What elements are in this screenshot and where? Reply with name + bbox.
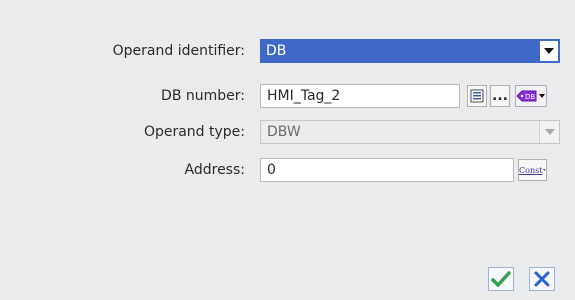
tag-db-dropdown[interactable]: DB	[515, 85, 547, 107]
chevron-down-icon	[539, 121, 559, 143]
tag-db-icon: DB	[516, 90, 545, 102]
browse-button[interactable]: ...	[490, 85, 510, 107]
chevron-down-icon	[543, 169, 546, 171]
address-value: 0	[267, 162, 276, 178]
cancel-button[interactable]	[529, 267, 555, 291]
browse-button-label: ...	[492, 88, 508, 104]
db-number-label: DB number:	[161, 88, 245, 104]
operand-type-label: Operand type:	[143, 124, 245, 140]
operand-type-select[interactable]: DBW	[260, 120, 560, 144]
x-icon	[534, 271, 550, 287]
operand-identifier-label: Operand identifier:	[112, 43, 245, 59]
const-dropdown[interactable]: Const	[518, 159, 547, 181]
ok-button[interactable]	[488, 267, 514, 291]
db-number-input[interactable]: HMI_Tag_2	[260, 84, 460, 108]
address-input[interactable]: 0	[260, 158, 514, 182]
chevron-down-icon[interactable]	[540, 41, 558, 61]
address-label: Address:	[184, 162, 245, 178]
db-number-value: HMI_Tag_2	[267, 88, 341, 104]
operand-type-value: DBW	[267, 124, 301, 140]
const-label: Const	[519, 165, 543, 175]
operand-identifier-value: DB	[266, 43, 287, 59]
checkmark-icon	[491, 271, 511, 287]
list-icon[interactable]	[467, 85, 487, 107]
operand-dialog: Operand identifier: DB DB number: HMI_Ta…	[0, 0, 575, 300]
operand-identifier-select[interactable]: DB	[260, 39, 560, 63]
svg-text:DB: DB	[525, 93, 535, 101]
